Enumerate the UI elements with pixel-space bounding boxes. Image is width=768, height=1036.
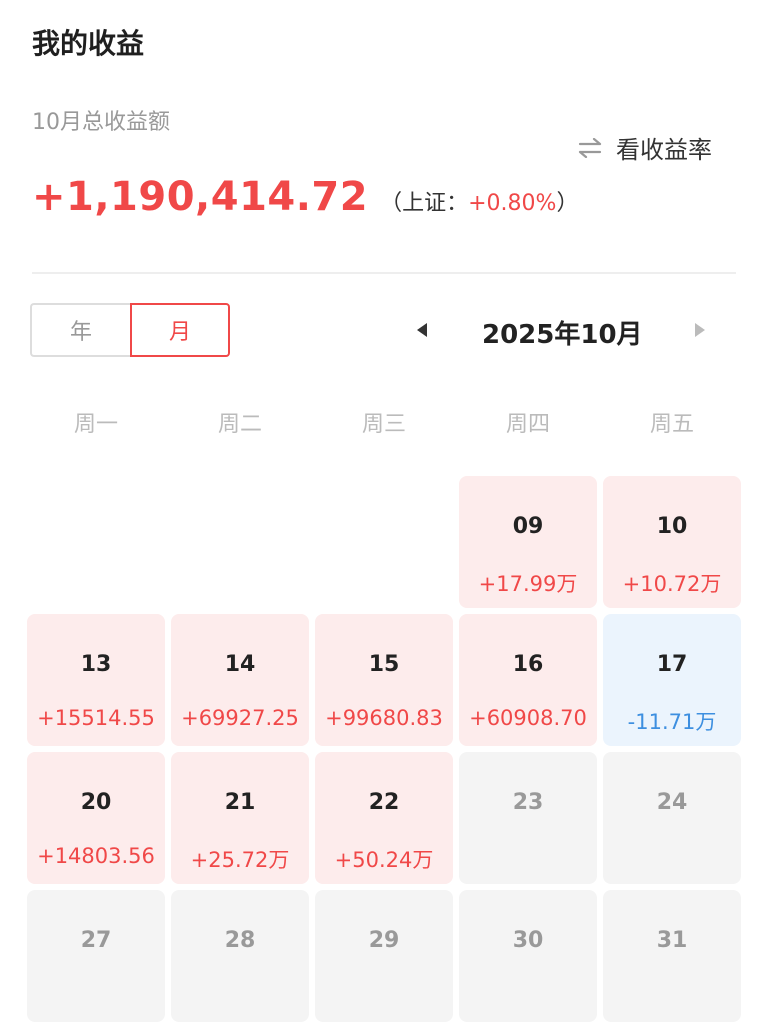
calendar-day-cell[interactable]: 23 xyxy=(459,752,597,884)
calendar-day-cell xyxy=(315,476,453,608)
day-number: 16 xyxy=(512,652,544,677)
day-earnings: +14803.56 xyxy=(37,844,155,868)
calendar-day-cell[interactable]: 30 xyxy=(459,890,597,1022)
divider xyxy=(32,272,736,274)
day-number: 28 xyxy=(224,928,256,953)
day-number: 22 xyxy=(368,790,400,815)
swap-arrows-icon xyxy=(578,137,602,158)
weekday-label: 周三 xyxy=(361,412,406,437)
day-earnings: +60908.70 xyxy=(469,706,587,730)
day-number: 29 xyxy=(368,928,400,953)
calendar-day-cell[interactable]: 17 -11.71万 xyxy=(603,614,741,746)
next-month-button[interactable] xyxy=(690,320,710,340)
day-number: 14 xyxy=(224,652,256,677)
weekday-header: 周一 周二 周三 周四 周五 xyxy=(27,406,741,438)
current-month-label: 2025年10月 xyxy=(482,320,643,350)
day-earnings: +15514.55 xyxy=(37,706,155,730)
calendar-day-cell[interactable]: 24 xyxy=(603,752,741,884)
weekday-label: 周二 xyxy=(217,412,262,437)
benchmark-close: ） xyxy=(556,191,579,216)
day-earnings: +50.24万 xyxy=(334,848,434,872)
caret-right-icon xyxy=(695,323,705,337)
calendar-day-cell[interactable]: 22 +50.24万 xyxy=(315,752,453,884)
weekday-label: 周四 xyxy=(505,412,550,437)
day-number: 23 xyxy=(512,790,544,815)
benchmark-label: （上证： xyxy=(380,191,469,216)
month-navigator: 2025年10月 xyxy=(400,306,730,354)
view-rate-label: 看收益率 xyxy=(616,136,712,164)
weekday-label: 周一 xyxy=(73,412,118,437)
view-rate-button[interactable]: 看收益率 xyxy=(576,130,712,165)
day-number: 09 xyxy=(512,514,544,539)
caret-left-icon xyxy=(417,323,427,337)
calendar-day-cell[interactable]: 09 +17.99万 xyxy=(459,476,597,608)
calendar-day-cell[interactable]: 27 xyxy=(27,890,165,1022)
calendar-day-cell[interactable]: 14 +69927.25 xyxy=(171,614,309,746)
page-title: 我的收益 xyxy=(32,27,145,60)
calendar-grid: 09 +17.99万 10 +10.72万 13 +15514.55 14 +69927… xyxy=(27,476,741,1022)
day-number: 30 xyxy=(512,928,544,953)
earnings-page: 我的收益 10月总收益额 看收益率 +1,190,414.72 （上证：+0.8… xyxy=(0,0,768,1036)
day-number: 15 xyxy=(368,652,400,677)
calendar-day-cell[interactable]: 16 +60908.70 xyxy=(459,614,597,746)
total-earnings-amount: +1,190,414.72 xyxy=(32,174,369,220)
day-earnings: +10.72万 xyxy=(622,572,722,596)
period-toggle: 年 月 xyxy=(30,303,231,357)
calendar-day-cell xyxy=(171,476,309,608)
toggle-month[interactable]: 月 xyxy=(130,303,230,357)
prev-month-button[interactable] xyxy=(412,320,432,340)
calendar-day-cell[interactable]: 31 xyxy=(603,890,741,1022)
day-number: 13 xyxy=(80,652,112,677)
benchmark-percent: +0.80% xyxy=(468,191,557,216)
day-earnings: -11.71万 xyxy=(627,710,717,734)
day-earnings: +69927.25 xyxy=(181,706,299,730)
day-number: 31 xyxy=(656,928,688,953)
calendar-day-cell[interactable]: 13 +15514.55 xyxy=(27,614,165,746)
day-earnings: +17.99万 xyxy=(478,572,578,596)
month-total-label: 10月总收益额 xyxy=(32,110,170,135)
day-number: 21 xyxy=(224,790,256,815)
day-number: 27 xyxy=(80,928,112,953)
calendar-day-cell[interactable]: 28 xyxy=(171,890,309,1022)
day-earnings: +99680.83 xyxy=(325,706,443,730)
weekday-label: 周五 xyxy=(649,412,694,437)
day-number: 17 xyxy=(656,652,688,677)
calendar-day-cell xyxy=(27,476,165,608)
day-number: 10 xyxy=(656,514,688,539)
calendar-day-cell[interactable]: 20 +14803.56 xyxy=(27,752,165,884)
benchmark-text: （上证：+0.80%） xyxy=(380,185,578,217)
calendar-day-cell[interactable]: 10 +10.72万 xyxy=(603,476,741,608)
day-earnings: +25.72万 xyxy=(190,848,290,872)
day-number: 24 xyxy=(656,790,688,815)
summary-row: +1,190,414.72 （上证：+0.80%） xyxy=(32,174,578,220)
calendar-day-cell[interactable]: 15 +99680.83 xyxy=(315,614,453,746)
calendar-day-cell[interactable]: 29 xyxy=(315,890,453,1022)
calendar-day-cell[interactable]: 21 +25.72万 xyxy=(171,752,309,884)
day-number: 20 xyxy=(80,790,112,815)
toggle-year[interactable]: 年 xyxy=(30,303,130,357)
